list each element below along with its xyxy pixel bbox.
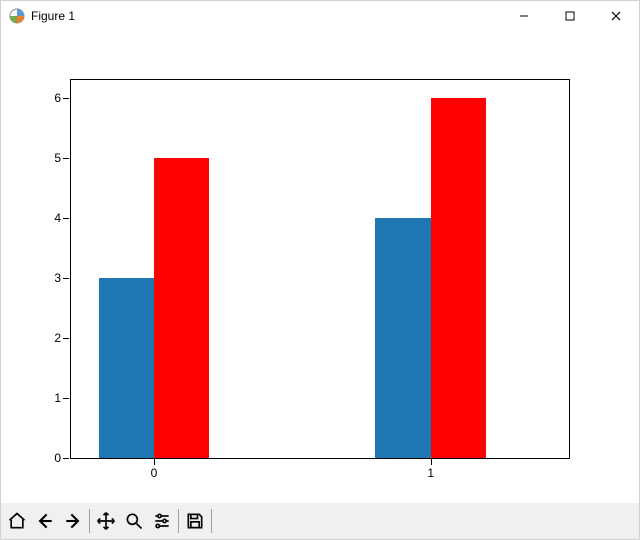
y-tick	[63, 398, 69, 399]
toolbar-separator	[211, 509, 212, 533]
back-icon	[35, 511, 55, 531]
toolbar-separator	[178, 509, 179, 533]
x-tick	[431, 459, 432, 465]
bar-series-a	[375, 218, 430, 458]
home-icon	[7, 511, 27, 531]
maximize-button[interactable]	[547, 1, 593, 31]
zoom-button[interactable]	[120, 507, 148, 535]
configure-button[interactable]	[148, 507, 176, 535]
y-tick	[63, 278, 69, 279]
chart-axes: 012345601	[70, 79, 570, 459]
matplotlib-toolbar	[1, 503, 639, 539]
y-tick-label: 6	[54, 91, 61, 105]
x-tick-label: 1	[427, 466, 434, 480]
forward-icon	[63, 511, 83, 531]
toolbar-separator	[89, 509, 90, 533]
configure-icon	[152, 511, 172, 531]
x-tick-label: 0	[151, 466, 158, 480]
minimize-button[interactable]	[501, 1, 547, 31]
zoom-icon	[124, 511, 144, 531]
save-icon	[185, 511, 205, 531]
bar-series-b	[431, 98, 486, 458]
y-tick	[63, 98, 69, 99]
bar-series-a	[99, 278, 154, 458]
bar-series-b	[154, 158, 209, 458]
pan-icon	[96, 511, 116, 531]
y-tick	[63, 338, 69, 339]
x-tick	[154, 459, 155, 465]
window-title: Figure 1	[31, 9, 75, 23]
titlebar: Figure 1	[1, 1, 639, 31]
y-tick-label: 4	[54, 211, 61, 225]
y-tick	[63, 458, 69, 459]
save-button[interactable]	[181, 507, 209, 535]
y-tick-label: 2	[54, 331, 61, 345]
y-tick-label: 1	[54, 391, 61, 405]
pan-button[interactable]	[92, 507, 120, 535]
y-tick-label: 5	[54, 151, 61, 165]
home-button[interactable]	[3, 507, 31, 535]
plot-area: 0 1 2 3 4 5 6 0 1	[1, 31, 639, 503]
y-tick-label: 3	[54, 271, 61, 285]
close-button[interactable]	[593, 1, 639, 31]
app-icon	[9, 8, 25, 24]
figure-window: Figure 1 0 1 2 3 4 5 6 0 1	[0, 0, 640, 540]
y-tick	[63, 218, 69, 219]
back-button[interactable]	[31, 507, 59, 535]
y-tick-label: 0	[54, 451, 61, 465]
forward-button[interactable]	[59, 507, 87, 535]
y-tick	[63, 158, 69, 159]
